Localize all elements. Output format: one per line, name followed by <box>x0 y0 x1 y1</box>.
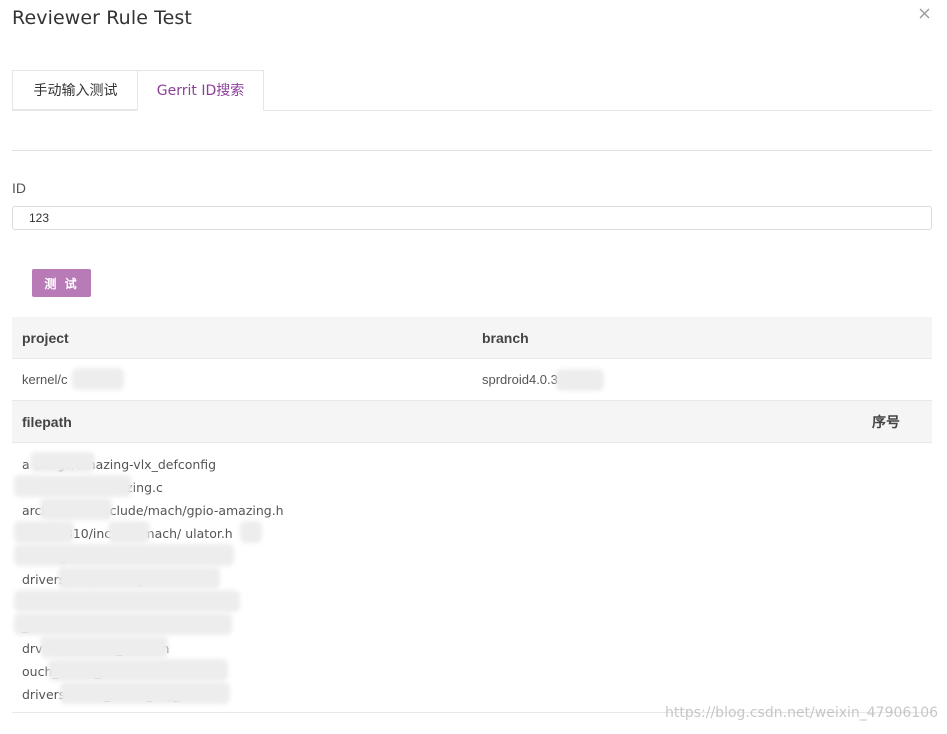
tab-manual-input[interactable]: 手动输入测试 <box>12 70 138 110</box>
tab-bar: 手动输入测试 Gerrit ID搜索 <box>12 70 932 111</box>
column-header-seq: 序号 <box>872 413 900 430</box>
list-item: 8810/board-amazing.c <box>22 480 163 495</box>
section-divider <box>12 150 932 151</box>
id-input[interactable] <box>12 206 932 230</box>
test-button[interactable]: 测 试 <box>32 269 91 297</box>
list-item <box>12 591 932 614</box>
column-header-branch: branch <box>482 329 529 346</box>
list-item: /mac 8810/include/mach/ ulator.h <box>22 526 233 541</box>
list-item: _uch.c <box>22 618 62 633</box>
column-header-filepath: filepath <box>22 413 72 430</box>
table-row: kernel/c sprdroid4.0.3 <box>12 359 932 401</box>
file-list: a onfigs/amazing-vlx_defconfig 8810/boar… <box>12 443 932 713</box>
list-item: mazing.h <box>22 549 80 564</box>
close-icon[interactable] <box>916 5 932 21</box>
list-item: arcl sc8810/include/mach/gpio-amazing.h <box>22 503 284 518</box>
tab-gerrit-id-search[interactable]: Gerrit ID搜索 <box>137 70 264 111</box>
list-item: drivers/ ouch_bt4x3_reg_data.h <box>22 687 220 702</box>
dialog-title: Reviewer Rule Test <box>12 7 192 29</box>
result-table: project branch kernel/c sprdroid4.0.3 fi… <box>12 317 932 713</box>
project-cell: kernel/c <box>22 372 68 387</box>
list-item: a onfigs/amazing-vlx_defconfig <box>22 457 217 472</box>
column-header-project: project <box>22 329 69 346</box>
list-item: drv reen/zinitix_touch.h <box>22 641 170 656</box>
filepath-header-row: filepath 序号 <box>12 401 932 443</box>
list-item: drivers een/Kconfig <box>22 572 144 587</box>
reviewer-rule-test-dialog: Reviewer Rule Test 手动输入测试 Gerrit ID搜索 ID… <box>0 0 947 734</box>
id-field-label: ID <box>12 180 26 196</box>
table-header-row: project branch <box>12 317 932 359</box>
watermark-text: https://blog.csdn.net/weixin_47906106 <box>665 705 939 721</box>
list-item: ouch_bt4x3_firmware.h <box>22 664 169 679</box>
branch-cell: sprdroid4.0.3 <box>482 372 558 387</box>
